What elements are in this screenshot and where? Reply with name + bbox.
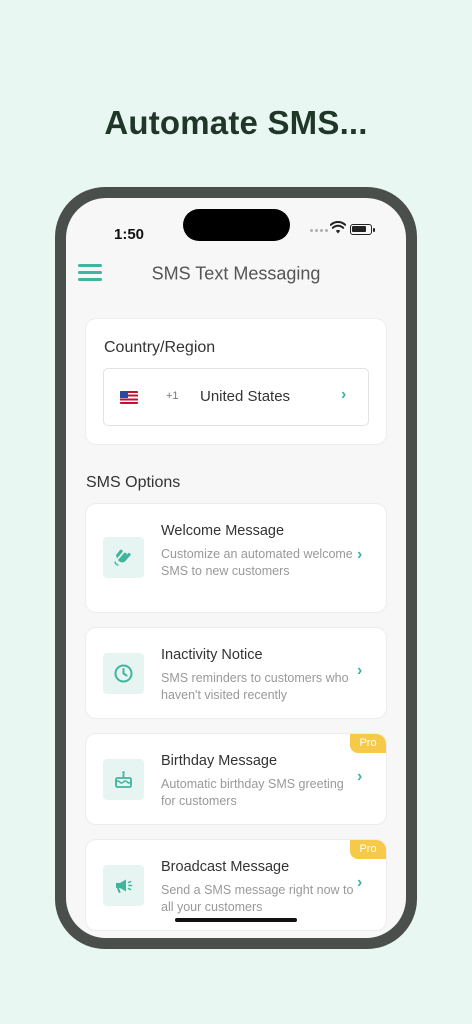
- battery-icon: [350, 224, 375, 235]
- option-title: Birthday Message: [161, 753, 278, 769]
- megaphone-icon: [103, 865, 144, 906]
- country-label: Country/Region: [104, 339, 216, 356]
- option-description: SMS reminders to customers who haven't v…: [161, 671, 349, 702]
- status-icons: [310, 221, 380, 237]
- wave-hand-icon: [103, 537, 144, 578]
- chevron-right-icon: ›: [341, 386, 347, 403]
- option-description: Automatic birthday SMS greeting for cust…: [161, 777, 344, 808]
- wifi-icon: [330, 221, 346, 234]
- us-flag-icon: [120, 391, 138, 404]
- option-title: Welcome Message: [161, 523, 285, 539]
- chevron-right-icon: ›: [357, 546, 363, 563]
- chevron-right-icon: ›: [357, 874, 363, 891]
- cake-icon: [103, 759, 144, 800]
- headline: Automate SMS...: [104, 104, 368, 141]
- option-broadcast-message[interactable]: Pro Broadcast Message Send a SMS message…: [86, 840, 386, 930]
- country-name: United States: [200, 388, 291, 405]
- pro-badge: Pro: [350, 840, 386, 859]
- pro-badge: Pro: [350, 734, 386, 753]
- status-time: 1:50: [114, 226, 145, 243]
- option-title: Inactivity Notice: [161, 647, 263, 663]
- phone-screen: 1:50 SMS Text Messaging Country/Region +…: [66, 198, 406, 938]
- phone-frame: 1:50 SMS Text Messaging Country/Region +…: [55, 187, 417, 949]
- chevron-right-icon: ›: [357, 662, 363, 679]
- option-inactivity-notice[interactable]: Inactivity Notice SMS reminders to custo…: [86, 628, 386, 718]
- option-description: Customize an automated welcome SMS to ne…: [161, 547, 353, 578]
- option-birthday-message[interactable]: Pro Birthday Message Automatic birthday …: [86, 734, 386, 824]
- signal-icon: [310, 229, 328, 232]
- option-welcome-message[interactable]: Welcome Message Customize an automated w…: [86, 504, 386, 612]
- section-title: SMS Options: [86, 474, 181, 491]
- dial-code: +1: [166, 390, 179, 402]
- option-description: Send a SMS message right now to all your…: [161, 883, 354, 914]
- country-selector[interactable]: +1 United States ›: [103, 368, 369, 426]
- clock-icon: [103, 653, 144, 694]
- dynamic-island: [183, 209, 290, 241]
- home-indicator: [175, 918, 297, 922]
- option-title: Broadcast Message: [161, 859, 290, 875]
- chevron-right-icon: ›: [357, 768, 363, 785]
- page-title: SMS Text Messaging: [151, 263, 321, 284]
- country-card: Country/Region +1 United States ›: [86, 319, 386, 444]
